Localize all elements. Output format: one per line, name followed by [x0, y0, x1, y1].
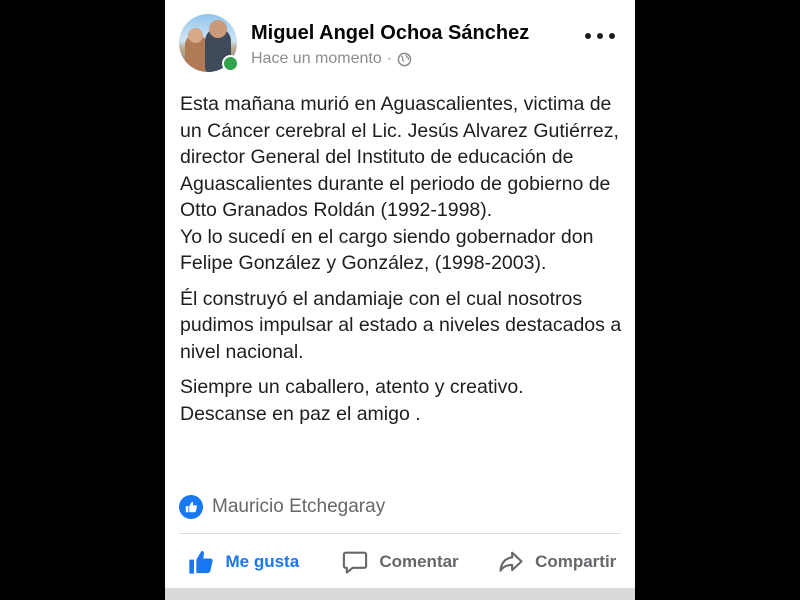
comment-label: Comentar: [379, 552, 459, 571]
author-avatar[interactable]: [179, 14, 239, 72]
comment-icon: [343, 551, 368, 574]
thumbs-up-icon: [189, 550, 214, 574]
like-label: Me gusta: [225, 552, 300, 571]
post-paragraph: Esta mañana murió en Aguascalientes, vic…: [180, 91, 628, 277]
like-button[interactable]: Me gusta: [165, 540, 322, 584]
more-options-icon[interactable]: [585, 26, 615, 46]
reactions-summary[interactable]: Mauricio Etchegaray: [179, 494, 385, 520]
share-button[interactable]: Compartir: [478, 540, 635, 584]
post-card: Miguel Angel Ochoa Sánchez Hace un momen…: [165, 0, 635, 600]
online-status-dot: [222, 55, 239, 72]
share-icon: [499, 551, 523, 572]
reactor-names[interactable]: Mauricio Etchegaray: [212, 496, 385, 518]
share-label: Compartir: [535, 552, 617, 571]
comment-button[interactable]: Comentar: [322, 540, 479, 584]
next-post-separator: [165, 588, 635, 600]
like-reaction-icon: [179, 495, 203, 519]
post-line: Él construyó el andamiaje con el cual no…: [180, 287, 622, 363]
meta-separator: ·: [386, 50, 393, 67]
post-line: Esta mañana murió en Aguascalientes, vic…: [180, 93, 619, 221]
post-actions-bar: Me gusta Comentar Compartir: [165, 540, 635, 584]
post-header: Miguel Angel Ochoa Sánchez Hace un momen…: [179, 14, 621, 74]
post-meta: Hace un momento ·: [251, 50, 412, 68]
post-paragraph: Siempre un caballero, atento y creativo.…: [180, 374, 628, 427]
post-text: Esta mañana murió en Aguascalientes, vic…: [180, 91, 628, 436]
globe-icon: [397, 52, 412, 66]
post-timestamp[interactable]: Hace un momento: [251, 50, 382, 68]
actions-divider: [179, 533, 621, 534]
post-line: Yo lo sucedí en el cargo siendo gobernad…: [180, 225, 594, 275]
post-line: Descanse en paz el amigo .: [180, 402, 421, 425]
post-line: Siempre un caballero, atento y creativo.: [180, 376, 524, 398]
post-paragraph: Él construyó el andamiaje con el cual no…: [180, 286, 628, 366]
author-name[interactable]: Miguel Angel Ochoa Sánchez: [251, 22, 529, 45]
